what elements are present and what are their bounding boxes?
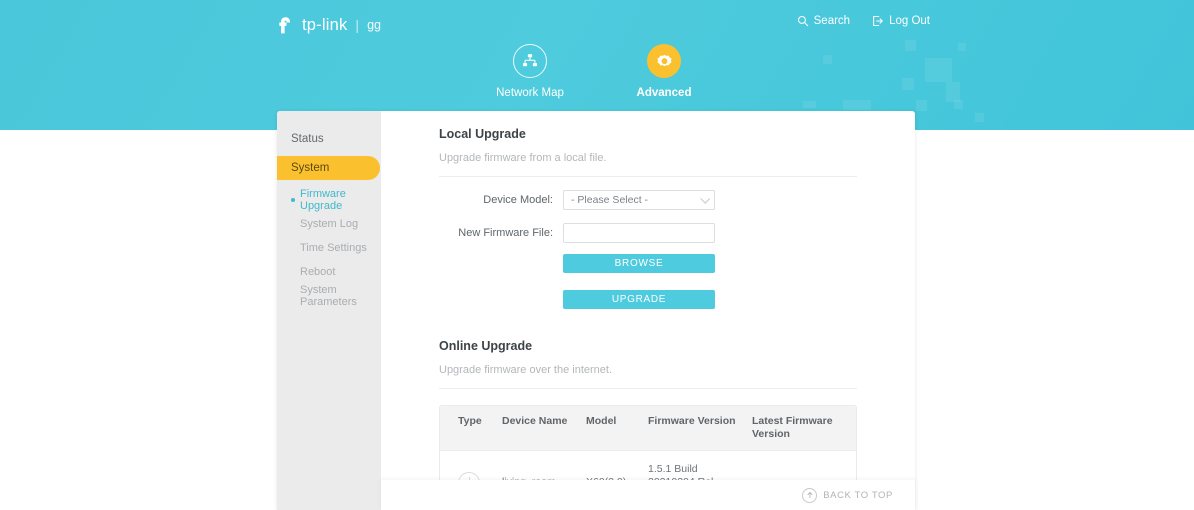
brand-name: tp-link [302, 16, 347, 35]
tp-link-logo-icon [276, 16, 295, 35]
browse-button[interactable]: BROWSE [563, 254, 715, 273]
decorative-square [843, 100, 871, 110]
search-icon [797, 15, 809, 27]
nav-tab-network-map-label: Network Map [496, 87, 564, 99]
gear-icon-wrap [647, 44, 681, 78]
sidebar-item-system-log[interactable]: System Log [277, 212, 381, 236]
sidebar-item-system-log-label: System Log [300, 218, 358, 230]
upgrade-button[interactable]: UPGRADE [563, 290, 715, 309]
sidebar-item-system[interactable]: System [277, 156, 380, 180]
nav-tab-advanced-label: Advanced [637, 87, 692, 99]
arrow-up-icon [802, 488, 817, 503]
content-card: Status System Firmware Upgrade System Lo… [277, 111, 915, 510]
brand-separator: | [355, 16, 359, 35]
back-to-top-label: BACK TO TOP [823, 490, 893, 501]
sidebar-item-status-label: Status [291, 133, 324, 145]
network-map-icon-wrap [513, 44, 547, 78]
sidebar-item-time-settings[interactable]: Time Settings [277, 236, 381, 260]
sidebar-item-system-parameters[interactable]: System Parameters [277, 284, 381, 308]
sidebar-bottom-fill [277, 480, 381, 510]
sidebar-spacer [277, 180, 381, 188]
header-actions: Search Log Out [797, 15, 930, 27]
browse-button-row: BROWSE [439, 254, 857, 273]
bullet-placeholder-icon [291, 246, 295, 250]
column-header-latest-firmware-version: Latest Firmware Version [752, 415, 844, 441]
decorative-square [954, 100, 963, 109]
back-to-top-button[interactable]: BACK TO TOP [802, 488, 893, 503]
search-button[interactable]: Search [797, 15, 850, 27]
form-spacer [439, 290, 563, 309]
decorative-square [975, 113, 984, 122]
sidebar: Status System Firmware Upgrade System Lo… [277, 111, 381, 510]
nav-tab-network-map[interactable]: Network Map [487, 44, 573, 99]
network-map-icon [521, 52, 539, 70]
sidebar-item-status[interactable]: Status [277, 127, 381, 151]
chevron-down-icon [700, 194, 710, 204]
new-firmware-file-label: New Firmware File: [439, 227, 563, 239]
bullet-placeholder-icon [291, 294, 295, 298]
main-nav: Network Map Advanced [0, 44, 1194, 99]
page-root: tp-link | gg Search Log Out [0, 0, 1194, 510]
table-header-row: Type Device Name Model Firmware Version … [440, 406, 856, 450]
gear-icon [655, 52, 674, 71]
bullet-placeholder-icon [291, 222, 295, 226]
column-header-firmware-version: Firmware Version [648, 415, 752, 441]
column-header-type: Type [440, 415, 502, 441]
bullet-placeholder-icon [291, 270, 295, 274]
column-header-device-name: Device Name [502, 415, 586, 441]
logout-label: Log Out [889, 15, 930, 27]
brand: tp-link | gg [276, 14, 381, 36]
device-model-value: - Please Select - [571, 194, 648, 206]
device-model-select[interactable]: - Please Select - [563, 190, 715, 210]
new-firmware-file-input[interactable] [563, 223, 715, 243]
content-area: Local Upgrade Upgrade firmware from a lo… [381, 111, 915, 510]
sidebar-item-firmware-upgrade-label: Firmware Upgrade [300, 188, 381, 212]
form-spacer [439, 254, 563, 273]
sidebar-item-time-settings-label: Time Settings [300, 242, 367, 254]
sidebar-item-firmware-upgrade[interactable]: Firmware Upgrade [277, 188, 381, 212]
new-firmware-file-row: New Firmware File: [439, 223, 857, 243]
sidebar-item-reboot-label: Reboot [300, 266, 335, 278]
upgrade-button-row: UPGRADE [439, 290, 857, 309]
online-upgrade-title: Online Upgrade [439, 339, 857, 353]
decorative-square [916, 100, 927, 111]
nav-tab-advanced[interactable]: Advanced [621, 44, 707, 99]
sidebar-item-system-label: System [291, 162, 329, 174]
sidebar-item-reboot[interactable]: Reboot [277, 260, 381, 284]
logout-icon [872, 15, 884, 27]
local-upgrade-title: Local Upgrade [439, 127, 857, 141]
search-label: Search [814, 15, 850, 27]
sidebar-item-system-parameters-label: System Parameters [300, 284, 381, 308]
column-header-model: Model [586, 415, 648, 441]
online-upgrade-description: Upgrade firmware over the internet. [439, 364, 857, 389]
page-footer: BACK TO TOP [381, 480, 915, 510]
decorative-square [803, 101, 816, 108]
local-upgrade-description: Upgrade firmware from a local file. [439, 152, 857, 177]
device-model-row: Device Model: - Please Select - [439, 190, 857, 210]
active-bullet-icon [291, 198, 295, 202]
device-model-label: Device Model: [439, 194, 563, 206]
logout-button[interactable]: Log Out [872, 15, 930, 27]
brand-subtitle: gg [367, 16, 381, 35]
arrow-up-glyph [806, 491, 814, 499]
